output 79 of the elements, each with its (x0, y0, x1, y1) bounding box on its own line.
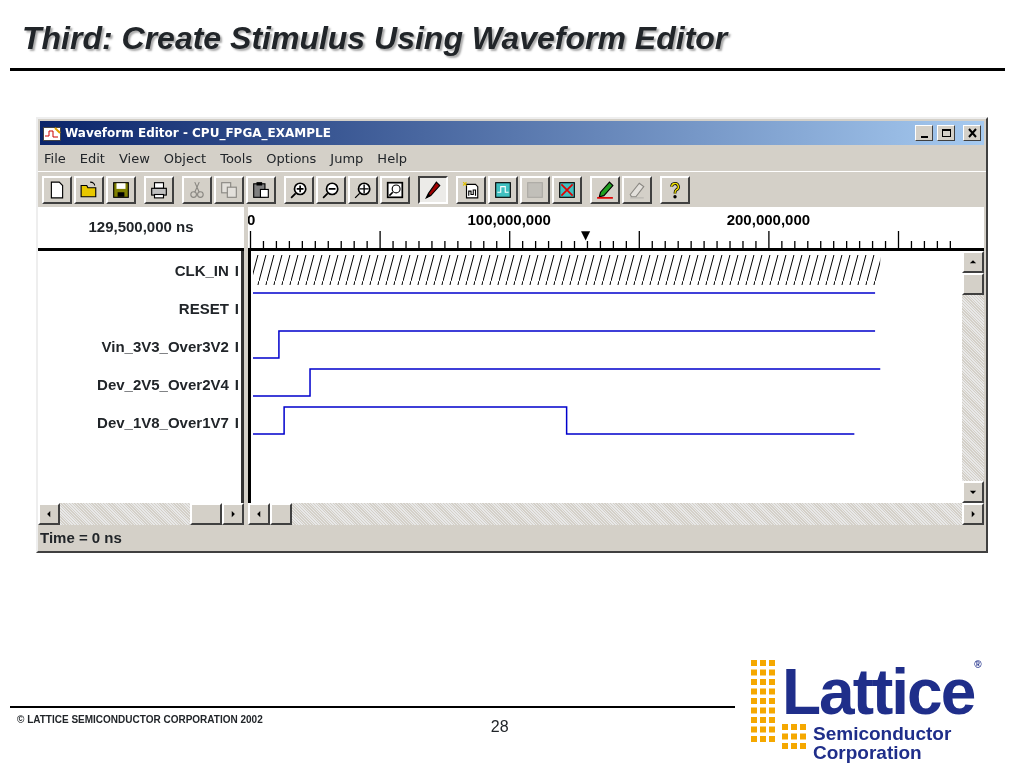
maximize-icon (940, 128, 952, 138)
pencil-icon (424, 180, 442, 199)
waveform-page-icon (462, 180, 480, 199)
logo-subtitle: Corporation (813, 743, 923, 762)
pencil-icon (596, 180, 614, 199)
draw-button[interactable] (418, 175, 448, 204)
new-waveform-button[interactable] (456, 175, 486, 204)
cursor-marker[interactable]: ▼ (581, 228, 591, 242)
scroll-left-button[interactable] (38, 503, 60, 525)
ruler-label: 100,000,000 (467, 211, 551, 228)
page-number: 28 (490, 718, 509, 736)
folder-icon (80, 180, 98, 199)
app-icon (43, 126, 61, 141)
signal-direction: I (234, 337, 239, 355)
menu-item[interactable]: Options (266, 149, 317, 169)
zoom-fit-button[interactable] (348, 175, 378, 204)
logo-subtitle: Semiconductor (813, 724, 952, 743)
scroll-down-button[interactable] (962, 481, 984, 503)
magnifier-arrows-icon (354, 180, 372, 199)
ruler-label: 0 (248, 211, 256, 228)
paste-button[interactable] (246, 175, 276, 204)
eraser-icon (628, 180, 646, 199)
copyright-text: © LATTICE SEMICONDUCTOR CORPORATION 2002 (17, 714, 263, 725)
menu-item[interactable]: Tools (220, 149, 253, 169)
scroll-thumb[interactable] (190, 503, 222, 525)
minimize-button[interactable] (915, 125, 933, 141)
minimize-icon (920, 135, 928, 138)
clipboard-icon (252, 180, 270, 199)
page-icon (48, 180, 66, 199)
signal-name[interactable]: RESET (178, 299, 229, 317)
printer-icon (150, 180, 168, 199)
help-button[interactable] (660, 175, 690, 204)
scroll-right-button[interactable] (962, 503, 984, 525)
menu-item[interactable]: Edit (79, 149, 105, 169)
signal-name[interactable]: Vin_3V3_Over3V2 (101, 337, 229, 355)
zoom-out-icon (322, 180, 340, 199)
print-button[interactable] (144, 175, 174, 204)
signal-name[interactable]: CLK_IN (174, 261, 229, 279)
menu-item[interactable]: Object (163, 149, 207, 169)
scroll-thumb[interactable] (270, 503, 292, 525)
menu-item[interactable]: File (44, 149, 66, 169)
signal-name[interactable]: Dev_1V8_Over1V7 (97, 413, 229, 431)
color-draw-button[interactable] (590, 175, 620, 204)
maximize-button[interactable] (937, 125, 955, 141)
menu-item[interactable]: Help (377, 149, 407, 169)
waveform-box-button[interactable] (488, 175, 518, 204)
magnifier-frame-icon (386, 180, 404, 199)
menu-item[interactable]: View (118, 149, 150, 169)
signal-direction: I (234, 261, 239, 279)
signal-direction: I (234, 299, 239, 317)
zoom-in-icon (290, 180, 308, 199)
zoom-in-button[interactable] (284, 175, 314, 204)
waveform-cross-icon (558, 180, 576, 199)
waveform-delete-button[interactable] (552, 175, 582, 204)
signal-direction: I (234, 375, 239, 393)
slide-title: Third: Create Stimulus Using Waveform Editor (22, 19, 730, 58)
signal-name[interactable]: Dev_2V5_Over2V4 (97, 375, 229, 393)
scroll-up-button[interactable] (962, 251, 984, 273)
close-button[interactable] (963, 125, 981, 141)
scissors-icon (188, 180, 206, 199)
scroll-right-button[interactable] (222, 503, 244, 525)
new-file-button[interactable] (42, 175, 72, 204)
status-bar-text: Time = 0 ns (40, 529, 122, 546)
zoom-window-button[interactable] (380, 175, 410, 204)
signal-direction: I (234, 413, 239, 431)
window-title: Waveform Editor - CPU_FPGA_EXAMPLE (65, 125, 331, 142)
menu-item[interactable]: Jump (330, 149, 364, 169)
waveform-box-icon (494, 180, 512, 199)
copy-icon (220, 180, 238, 199)
logo-wordmark: Lattice® (782, 660, 980, 724)
zoom-out-button[interactable] (316, 175, 346, 204)
ruler-label: 200,000,000 (726, 211, 811, 228)
scroll-thumb[interactable] (962, 273, 984, 295)
scroll-left-button[interactable] (248, 503, 270, 525)
close-icon (966, 128, 978, 138)
cursor-time-label: 129,500,000 ns (88, 217, 194, 238)
open-button[interactable] (74, 175, 104, 204)
save-button[interactable] (106, 175, 136, 204)
grid-icon (526, 180, 544, 199)
